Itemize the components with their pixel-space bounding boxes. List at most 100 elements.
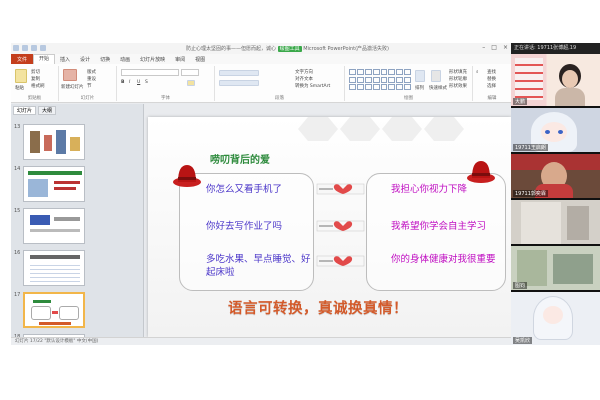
cut-button[interactable]: 剪切 [31,69,40,75]
format-painter-button[interactable]: 格式刷 [31,83,45,89]
heart-connector-icon [316,255,365,267]
tab-transitions[interactable]: 切换 [95,56,115,63]
right-phrase[interactable]: 我希望你学会自主学习 [391,220,497,233]
participant-tile[interactable]: 图钧 [511,246,600,290]
save-icon[interactable] [22,45,28,51]
left-phrase[interactable]: 你怎么又看手机了 [206,183,314,196]
paste-icon[interactable] [15,69,27,83]
slide-thumbnail-selected[interactable] [23,292,85,328]
paste-button[interactable]: 粘贴 [15,85,24,91]
find-button[interactable]: 查找 [487,69,496,75]
left-phrase[interactable]: 你好去写作业了吗 [206,220,314,233]
new-slide-icon[interactable] [63,69,77,81]
heart-connector-icon [316,183,365,195]
shape-outline-button[interactable]: 形状轮廓 [449,76,467,82]
quick-styles-icon[interactable] [431,70,441,82]
convert-smartart-button[interactable]: 转换为 SmartArt [295,83,330,89]
text-direction-button[interactable]: 文字方向 [295,69,313,75]
title-bar: 防止心理太坚固的事——但愿而起，诚心 绘图工具 Microsoft PowerP… [11,43,511,54]
thumb-number: 15 [14,208,21,214]
participant-name: 吴凯欣 [513,337,533,344]
list-buttons-icon[interactable] [219,70,259,76]
italic-icon[interactable]: I [129,80,130,85]
participant-name: 图钧 [513,282,528,289]
participant-tile[interactable]: 大鹏 [511,54,600,106]
layout-button[interactable]: 版式 [87,69,96,75]
bold-icon[interactable]: B [121,80,124,85]
minimize-icon[interactable]: – [482,44,485,51]
right-phrase[interactable]: 你的身体健康对我很重要 [391,253,497,266]
contextual-tab-label: 绘图工具 [277,46,302,52]
paragraph-group-label: 段落 [275,96,284,101]
quick-styles-button[interactable]: 快速样式 [429,85,447,91]
thumb-number: 17 [14,292,21,298]
right-phrase[interactable]: 我担心你视力下降 [391,183,497,196]
slide-slogan[interactable]: 语言可转换，真诚换真情！ [228,297,408,318]
shapes-gallery[interactable] [349,69,411,91]
copy-button[interactable]: 复制 [31,76,40,82]
align-buttons-icon[interactable] [219,80,259,86]
slide-title[interactable]: 唠叨背后的爱 [210,151,270,166]
font-group-label: 字体 [161,96,170,101]
shape-effects-button[interactable]: 形状效果 [449,83,467,89]
tab-home[interactable]: 开始 [33,54,56,64]
participant-name: 19711王启朗 [513,144,548,151]
shadow-icon[interactable]: S [145,80,148,85]
section-button[interactable]: 节 [87,83,92,89]
participant-tile[interactable]: 吴凯欣 [511,292,600,345]
slide-thumbnail[interactable] [23,208,85,244]
window-title: 防止心理太坚固的事——但愿而起，诚心 绘图工具 Microsoft PowerP… [186,45,389,52]
tab-design[interactable]: 设计 [75,56,95,63]
slide-thumbnail-pane: 幻灯片 大纲 13 14 15 16 17 [11,104,144,345]
tab-slideshow[interactable]: 幻灯片放映 [135,56,170,63]
red-hat-right-icon [467,161,495,183]
find-icon: ⌕ [476,70,479,75]
slides-group-label: 幻灯片 [80,96,95,101]
quick-access-toolbar [13,45,46,51]
speaking-indicator: 正在讲话: 19711张博超,19 [511,43,600,54]
font-group: B I U S 字体 [117,66,215,101]
participant-name: 大鹏 [513,98,528,105]
undo-icon[interactable] [31,45,37,51]
file-tab[interactable]: 文件 [11,54,34,64]
participant-tile[interactable]: 19711郭奕霖 [511,154,600,198]
arrange-button[interactable]: 排列 [415,85,424,91]
font-size-combo[interactable] [181,69,199,76]
powerpoint-window: 防止心理太坚固的事——但愿而起，诚心 绘图工具 Microsoft PowerP… [11,43,511,345]
slide-thumbnail[interactable] [23,166,85,202]
clipboard-group: 粘贴 剪切 复制 格式刷 剪贴板 [11,66,59,101]
maximize-icon[interactable]: □ [491,44,497,51]
shape-fill-button[interactable]: 形状填充 [449,69,467,75]
font-color-icon[interactable] [187,80,195,86]
select-button[interactable]: 选择 [487,83,496,89]
align-text-button[interactable]: 对齐文本 [295,76,313,82]
clipboard-group-label: 剪贴板 [27,96,42,101]
tab-insert[interactable]: 插入 [55,56,75,63]
redo-icon[interactable] [40,45,46,51]
tab-animations[interactable]: 动画 [115,56,135,63]
new-slide-button[interactable]: 新建幻灯片 [61,84,84,90]
participant-tile[interactable]: 19711王启朗 [511,108,600,152]
reset-button[interactable]: 重设 [87,76,96,82]
arrange-icon[interactable] [415,70,425,82]
window-title-suffix: Microsoft PowerPoint(产品激活失败) [303,46,389,52]
tab-slides[interactable]: 幻灯片 [13,106,37,115]
slide-canvas[interactable]: 唠叨背后的爱 你怎么又看手机了 你好去写作业了吗 多吃水果、早点睡觉、好起床啦 … [148,117,511,337]
decor-hexagon [382,117,422,141]
left-phrase[interactable]: 多吃水果、早点睡觉、好起床啦 [206,253,314,279]
close-icon[interactable]: × [503,44,508,51]
thumb-number: 16 [14,250,21,256]
thumb-number: 13 [14,124,21,130]
tab-view[interactable]: 视图 [190,56,210,63]
underline-icon[interactable]: U [137,80,140,85]
participant-tile[interactable] [511,200,600,244]
replace-button[interactable]: 替换 [487,76,496,82]
drawing-group: 排列 快速样式 形状填充 形状轮廓 形状效果 绘图 [345,66,473,101]
tab-outline[interactable]: 大纲 [38,106,57,115]
tab-review[interactable]: 审阅 [170,56,190,63]
decor-hexagon [340,117,380,141]
font-name-combo[interactable] [121,69,179,76]
screenshot-area: 防止心理太坚固的事——但愿而起，诚心 绘图工具 Microsoft PowerP… [11,43,600,345]
slide-thumbnail[interactable] [23,250,85,286]
slide-thumbnail[interactable] [23,124,85,160]
